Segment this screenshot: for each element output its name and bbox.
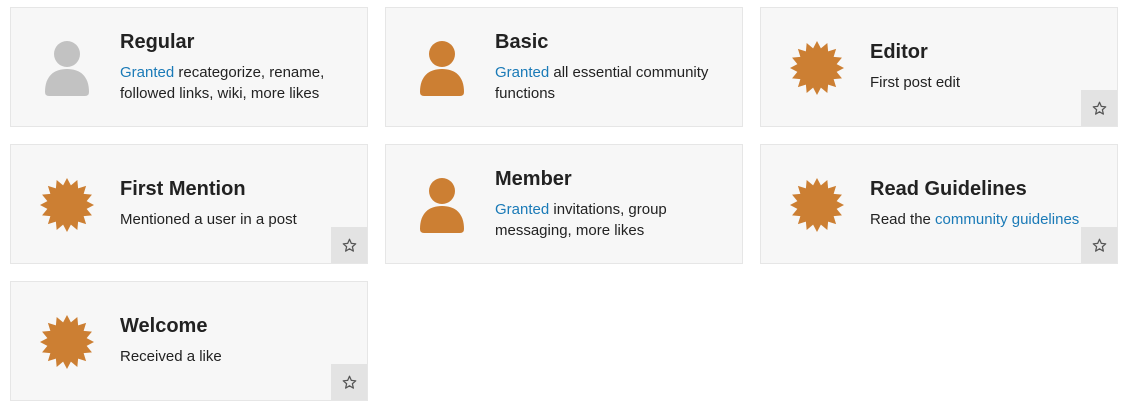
badge-card-editor[interactable]: Editor First post edit <box>760 7 1118 127</box>
badge-description: Granted all essential community function… <box>495 62 730 104</box>
community-guidelines-link[interactable]: community guidelines <box>935 211 1079 228</box>
star-icon <box>342 238 357 253</box>
star-icon <box>342 375 357 390</box>
badge-card-welcome[interactable]: Welcome Received a like <box>10 281 368 401</box>
badge-title[interactable]: Regular <box>120 31 355 54</box>
badge-description: First post edit <box>870 74 961 91</box>
badge-title[interactable]: Member <box>495 168 730 191</box>
user-icon <box>39 40 95 96</box>
granted-link[interactable]: Granted <box>120 64 174 81</box>
granted-link[interactable]: Granted <box>495 201 549 218</box>
favorite-button[interactable] <box>1081 90 1117 126</box>
badge-burst-icon <box>39 314 95 370</box>
badge-card-basic[interactable]: Basic Granted all essential community fu… <box>385 7 743 127</box>
badge-card-regular[interactable]: Regular Granted recategorize, rename, fo… <box>10 7 368 127</box>
badge-card-read-guidelines[interactable]: Read Guidelines Read the community guide… <box>760 144 1118 264</box>
badge-burst-icon <box>39 177 95 233</box>
badge-title[interactable]: Editor <box>870 41 1105 64</box>
badge-description: Received a like <box>120 348 222 365</box>
badge-description: Mentioned a user in a post <box>120 211 297 228</box>
badge-description: Granted recategorize, rename, followed l… <box>120 62 355 104</box>
badge-title[interactable]: Welcome <box>120 315 355 338</box>
badge-card-first-mention[interactable]: First Mention Mentioned a user in a post <box>10 144 368 264</box>
badge-burst-icon <box>789 40 845 96</box>
star-icon <box>1092 238 1107 253</box>
badge-title[interactable]: First Mention <box>120 178 355 201</box>
badge-description-text: Read the <box>870 211 936 228</box>
granted-link[interactable]: Granted <box>495 64 549 81</box>
favorite-button[interactable] <box>1081 227 1117 263</box>
badge-title[interactable]: Read Guidelines <box>870 178 1105 201</box>
badge-description: Granted invitations, group messaging, mo… <box>495 199 730 241</box>
favorite-button[interactable] <box>331 227 367 263</box>
user-icon <box>414 177 470 233</box>
user-icon <box>414 40 470 96</box>
badge-card-member[interactable]: Member Granted invitations, group messag… <box>385 144 743 264</box>
badge-title[interactable]: Basic <box>495 31 730 54</box>
favorite-button[interactable] <box>331 364 367 400</box>
badge-burst-icon <box>789 177 845 233</box>
star-icon <box>1092 101 1107 116</box>
badge-description: Read the community guidelines <box>870 209 1105 230</box>
